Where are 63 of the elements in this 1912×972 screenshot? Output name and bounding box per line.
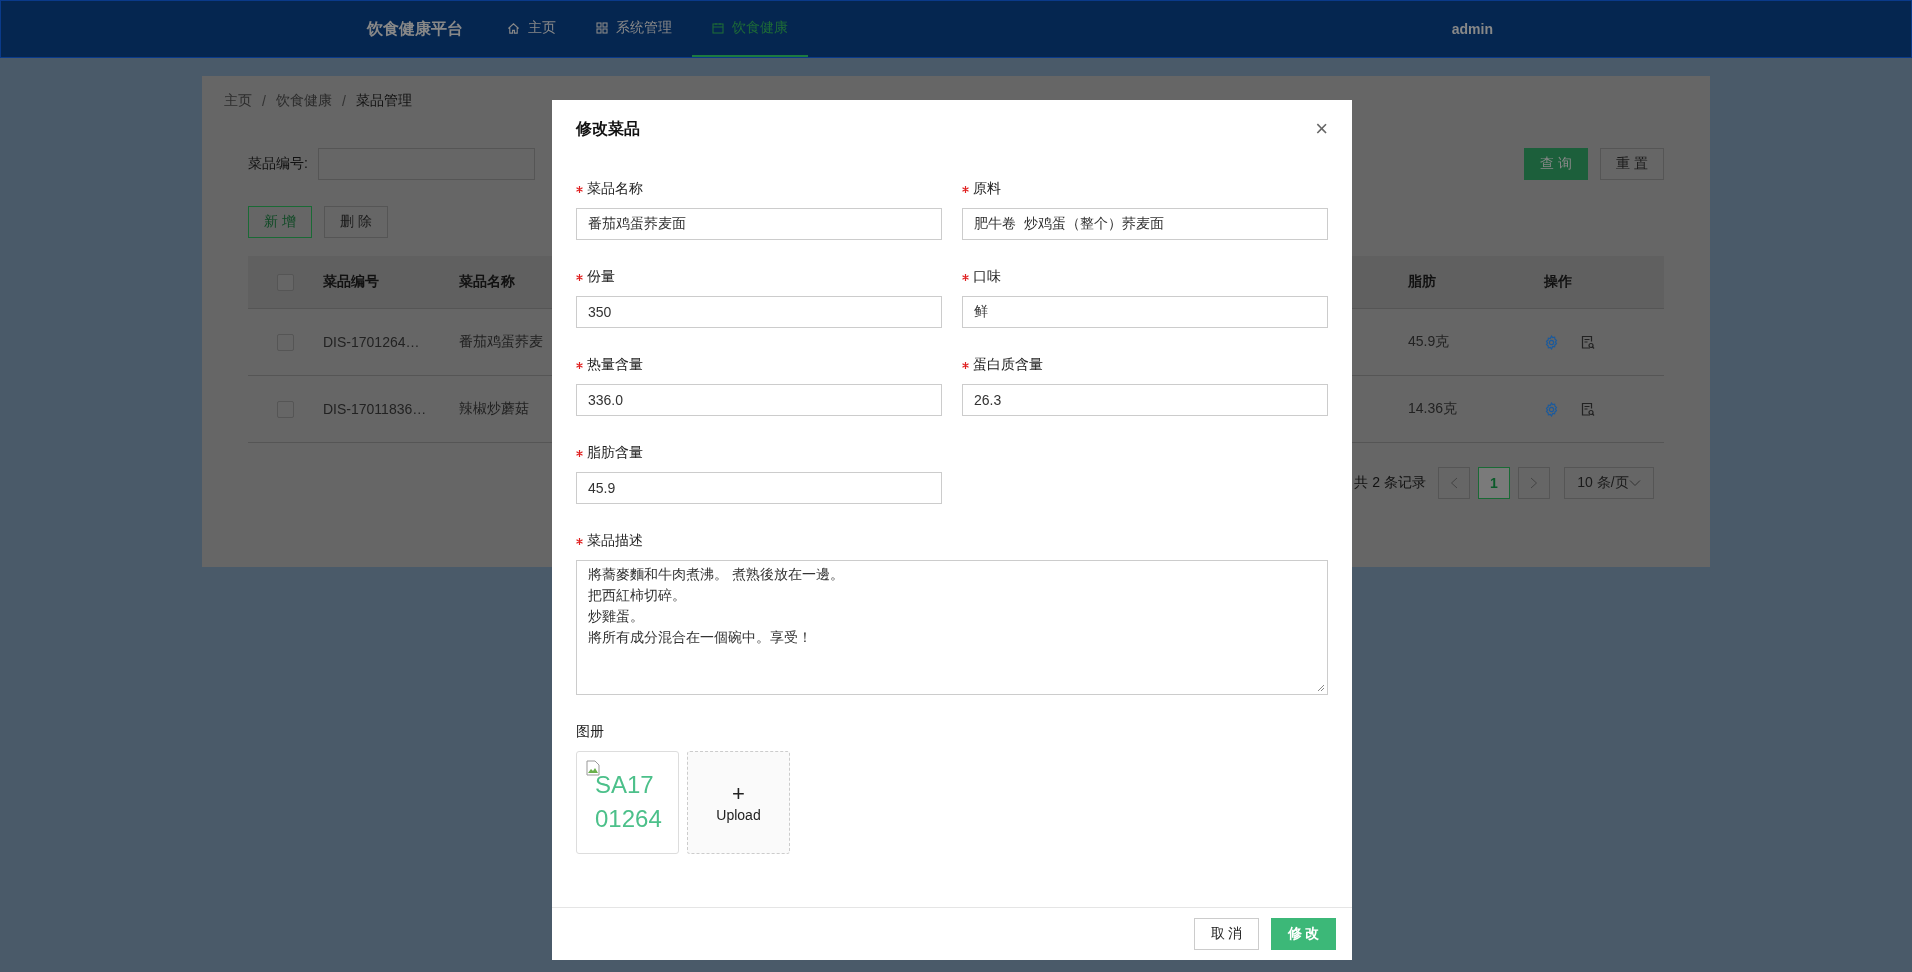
input-field[interactable]: 26.3 [962,384,1328,416]
field-label: 脂肪含量 [587,444,643,462]
grid-icon [596,22,608,34]
settings-icon[interactable] [1544,334,1559,350]
table-cell-text: 辣椒炒蘑菇 [459,400,530,418]
image-alt-text: SA1701264 [595,770,663,834]
column-header: 菜品名称 [459,273,516,291]
settings-icon[interactable] [1544,401,1559,417]
field-label: 份量 [587,268,615,286]
input-field[interactable]: 45.9 [576,472,942,504]
cancel-button[interactable]: 取 消 [1194,918,1259,950]
calendar-icon [712,22,724,34]
nav-tab[interactable]: 主页 [487,1,576,57]
close-button[interactable]: × [1311,118,1332,140]
nav-tab[interactable]: 饮食健康 [692,1,808,57]
column-header: 脂肪 [1408,273,1437,291]
table-cell-text: DIS-1701264… [323,334,421,350]
column-header: 菜品编号 [323,273,380,291]
breadcrumb-separator: / [262,93,266,109]
caret-icon [1628,479,1641,487]
field-label: 热量含量 [587,356,643,374]
resize-handle-icon[interactable] [1317,684,1325,692]
table-cell-text: 45.9克 [1408,333,1451,351]
next-page-button[interactable] [1518,467,1550,499]
description-field[interactable]: 將蕎麥麵和牛肉煮沸。 煮熟後放在一邊。 把西紅柿切碎。 炒雞蛋。 將所有成分混合在一個碗中。享受！ [576,560,1328,695]
column-header: 操作 [1544,273,1573,291]
breadcrumb-separator: / [341,93,346,109]
field-label: 菜品名称 [587,180,643,198]
input-field[interactable]: 350 [576,296,942,328]
brand-title: 饮食健康平台 [367,18,463,39]
table-cell-text: 14.36克 [1408,400,1459,418]
dialog-title: 修改菜品 [576,118,640,139]
page-size-select[interactable]: 10 条/页 [1564,467,1654,499]
nav-tab[interactable]: 系统管理 [576,1,692,57]
delete-button[interactable]: 删 除 [324,206,388,238]
upload-button[interactable]: + Upload [687,751,790,854]
table-cell-text: DIS-17011836… [323,401,428,417]
document-search-icon[interactable] [1581,334,1595,350]
total-count: 共 2 条记录 [1354,474,1426,492]
save-button[interactable]: 修 改 [1271,918,1336,950]
search-button[interactable]: 查 询 [1524,148,1588,180]
field-label: 口味 [973,268,1001,286]
field-label: 蛋白质含量 [973,356,1043,374]
previous-page-button[interactable] [1438,467,1470,499]
chevron-right-icon [1530,477,1538,489]
reset-button[interactable]: 重 置 [1600,148,1664,180]
field-label: 菜品编号: [248,155,308,173]
input-field[interactable]: 336.0 [576,384,942,416]
input-field[interactable]: 鲜 [962,296,1328,328]
user-name[interactable]: admin [1451,21,1493,37]
broken-image-icon [585,760,601,776]
input-field[interactable]: 番茄鸡蛋荞麦面 [576,208,942,240]
table-cell-text: 番茄鸡蛋荞麦 [459,333,544,351]
field-label: 图册 [576,723,605,741]
input-field[interactable]: 肥牛卷 炒鸡蛋（整个）荞麦面 [962,208,1328,240]
image-thumbnail[interactable]: SA1701264 [576,751,679,854]
home-icon [507,21,520,35]
field-label: 原料 [973,180,1001,198]
chevron-left-icon [1450,477,1458,489]
breadcrumb-link[interactable]: 菜品管理 [355,92,412,110]
breadcrumb-link[interactable]: 饮食健康 [275,92,332,110]
field-label: 菜品描述 [587,532,643,550]
document-search-icon[interactable] [1581,401,1595,417]
